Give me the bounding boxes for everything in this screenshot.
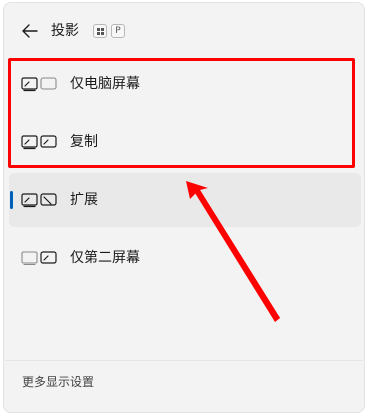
annotation-arrow-icon [186, 181, 280, 322]
